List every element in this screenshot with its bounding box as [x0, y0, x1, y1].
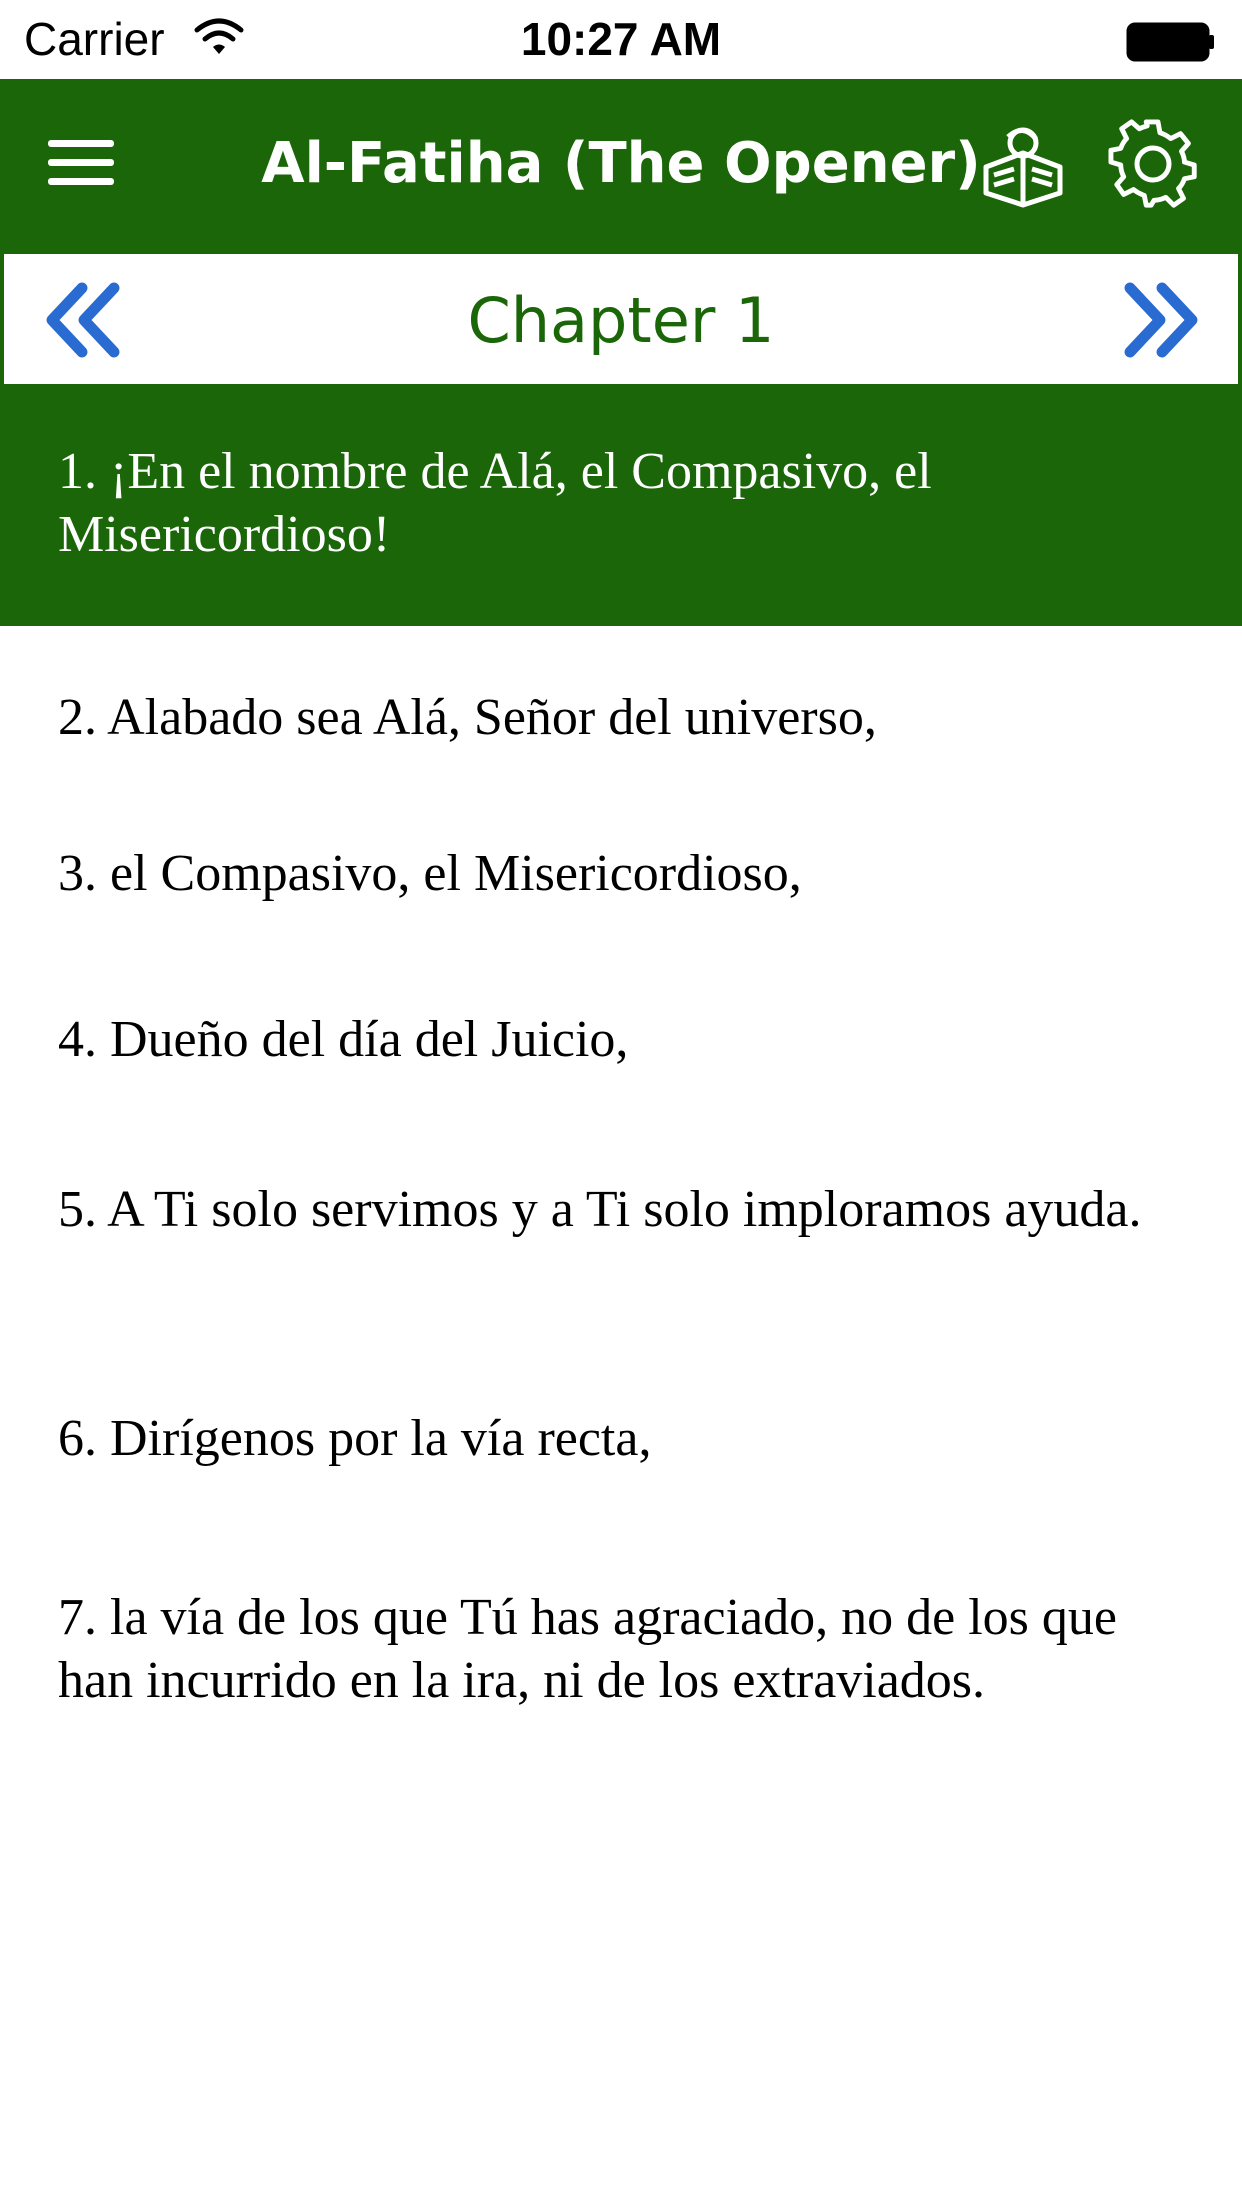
battery-icon — [1126, 22, 1214, 62]
nav-bar: Al-Fatiha (The Opener) — [0, 79, 1242, 252]
chapter-label: Chapter 1 — [467, 284, 775, 357]
verse-list: 1. ¡En el nombre de Alá, el Compasivo, e… — [0, 388, 1242, 1839]
divider — [1238, 252, 1242, 386]
reading-icon[interactable] — [978, 119, 1068, 209]
verse-item-selected[interactable]: 1. ¡En el nombre de Alá, el Compasivo, e… — [0, 388, 1242, 626]
verse-item[interactable]: 6. Dirígenos por la vía recta, — [0, 1364, 1242, 1539]
verse-item[interactable]: 7. la vía de los que Tú has agraciado, n… — [0, 1539, 1242, 1839]
status-bar: Carrier 10:27 AM — [0, 0, 1242, 79]
double-chevron-right-icon[interactable] — [1120, 282, 1200, 358]
verse-item[interactable]: 5. A Ti solo servimos y a Ti solo implor… — [0, 1131, 1242, 1364]
verse-item[interactable]: 4. Dueño del día del Juicio, — [0, 962, 1242, 1131]
verse-item[interactable]: 2. Alabado sea Alá, Señor del universo, — [0, 626, 1242, 795]
clock: 10:27 AM — [520, 13, 722, 65]
verse-item[interactable]: 3. el Compasivo, el Misericordioso, — [0, 795, 1242, 962]
gear-icon[interactable] — [1108, 119, 1198, 209]
chapter-bar: Chapter 1 — [4, 254, 1238, 384]
